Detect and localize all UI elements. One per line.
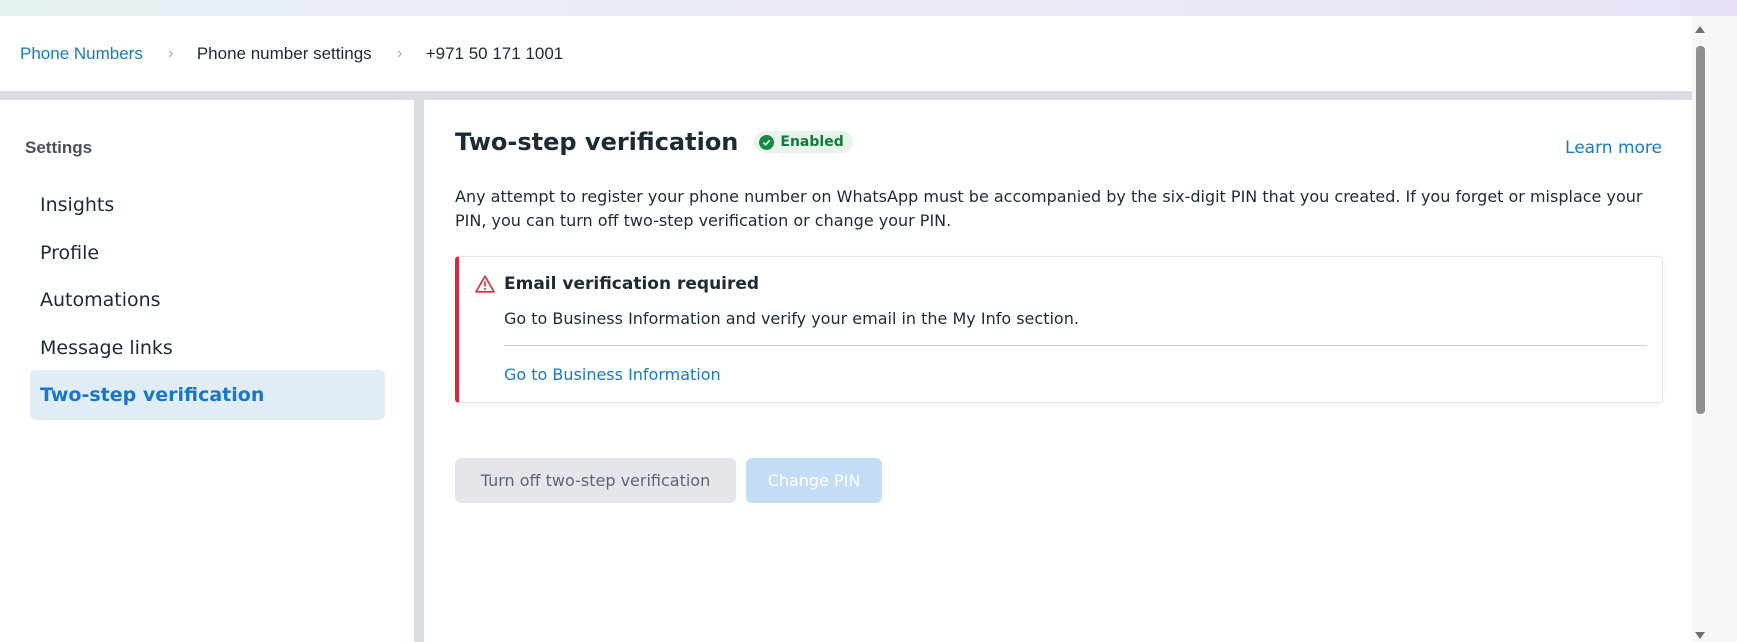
description-text: Any attempt to register your phone numbe… (455, 187, 1643, 230)
sidebar-item-profile[interactable]: Profile (30, 228, 385, 278)
alert-divider (504, 345, 1647, 346)
change-pin-button[interactable]: Change PIN (746, 458, 882, 503)
header-divider (0, 91, 1692, 100)
title-row: Two-step verification Enabled (455, 128, 853, 156)
chevron-right-icon: › (168, 44, 174, 62)
turn-off-two-step-button[interactable]: Turn off two-step verification (455, 458, 736, 503)
breadcrumb: Phone Numbers › Phone number settings › … (0, 16, 1692, 91)
sidebar-title: Settings (25, 138, 93, 157)
settings-sidebar: Settings Insights Profile Automations Me… (0, 100, 414, 642)
scroll-down-arrow-icon[interactable] (1692, 628, 1708, 642)
chevron-right-icon: › (397, 44, 403, 62)
status-badge: Enabled (754, 131, 853, 153)
status-badge-label: Enabled (780, 134, 844, 150)
sidebar-divider (414, 100, 424, 642)
breadcrumb-current-number: +971 50 171 1001 (425, 43, 564, 63)
alert-body: Go to Business Information and verify yo… (504, 309, 1079, 328)
warning-triangle-icon (475, 275, 495, 298)
sidebar-item-automations[interactable]: Automations (30, 275, 385, 325)
scroll-up-arrow-icon[interactable] (1692, 22, 1708, 36)
app-window: Phone Numbers › Phone number settings › … (0, 16, 1692, 642)
sidebar-item-two-step-verification[interactable]: Two-step verification (30, 370, 385, 420)
breadcrumb-phone-numbers[interactable]: Phone Numbers (20, 44, 143, 64)
go-to-business-information-link[interactable]: Go to Business Information (504, 365, 721, 384)
scrollbar-thumb[interactable] (1696, 46, 1705, 414)
alert-title: Email verification required (504, 274, 760, 294)
learn-more-link[interactable]: Learn more (1565, 138, 1662, 158)
vertical-scrollbar[interactable] (1692, 16, 1737, 642)
sidebar-item-message-links[interactable]: Message links (30, 323, 385, 373)
breadcrumb-phone-number-settings[interactable]: Phone number settings (197, 44, 372, 64)
sidebar-item-insights[interactable]: Insights (30, 180, 385, 230)
email-verification-alert: Email verification required Go to Busine… (455, 256, 1663, 403)
page-title: Two-step verification (455, 128, 739, 156)
main-content: Two-step verification Enabled Learn more… (424, 100, 1692, 642)
check-circle-icon (759, 134, 775, 150)
